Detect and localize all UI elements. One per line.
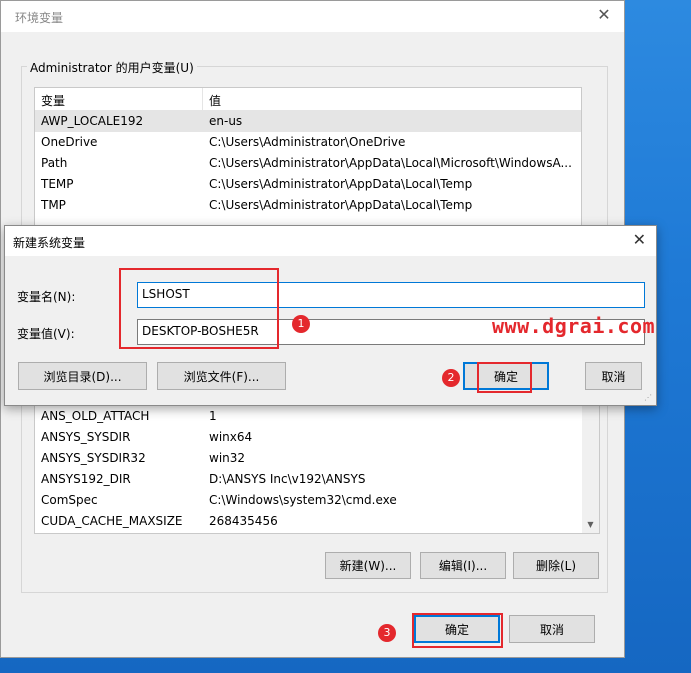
variable-value: winx64 — [209, 430, 253, 444]
variable-name: CUDA_CACHE_MAXSIZE — [41, 514, 183, 528]
variable-name: ANS_OLD_ATTACH — [41, 409, 150, 423]
variable-value: C:\Users\Administrator\AppData\Local\Tem… — [209, 177, 473, 191]
close-icon[interactable]: ✕ — [594, 5, 614, 24]
list-item[interactable]: ANSYS192_DIR D:\ANSYS Inc\v192\ANSYS — [35, 469, 599, 490]
variable-name: ANSYS_SYSDIR — [41, 430, 131, 444]
variable-value: C:\Windows\system32\cmd.exe — [209, 493, 397, 507]
variable-name: Path — [41, 156, 68, 170]
list-item[interactable]: Path C:\Users\Administrator\AppData\Loca… — [35, 153, 581, 174]
close-icon[interactable]: ✕ — [633, 230, 646, 249]
list-item[interactable]: ANS_OLD_ATTACH 1 — [35, 406, 599, 427]
dialog-title: 新建系统变量 — [13, 236, 86, 250]
variable-value: win32 — [209, 451, 246, 465]
window-title: 环境变量 — [15, 11, 64, 25]
user-variables-group-label: Administrator 的用户变量(U) — [27, 59, 197, 76]
variable-value: 1 — [209, 409, 217, 423]
edit-variable-button[interactable]: 编辑(I)... — [420, 552, 506, 579]
watermark-text: www.dgrai.com — [492, 314, 656, 338]
variable-name: ANSYS_SYSDIR32 — [41, 451, 146, 465]
column-header-variable[interactable]: 变量 — [41, 92, 65, 109]
list-item[interactable]: ComSpec C:\Windows\system32\cmd.exe — [35, 490, 599, 511]
annotation-box-fields — [119, 268, 279, 349]
column-header-value[interactable]: 值 — [209, 92, 221, 109]
annotation-step-2: 2 — [442, 369, 460, 387]
list-item[interactable]: ANSYS_SYSDIR32 win32 — [35, 448, 599, 469]
list-item[interactable]: AWP_LOCALE192 en-us — [35, 111, 581, 132]
new-variable-button[interactable]: 新建(W)... — [325, 552, 411, 579]
variable-name: ComSpec — [41, 493, 98, 507]
variable-value: D:\ANSYS Inc\v192\ANSYS — [209, 472, 366, 486]
variable-value: 268435456 — [209, 514, 278, 528]
variable-value: en-us — [209, 114, 243, 128]
annotation-step-1: 1 — [292, 315, 310, 333]
list-item[interactable]: OneDrive C:\Users\Administrator\OneDrive — [35, 132, 581, 153]
variable-name: AWP_LOCALE192 — [41, 114, 144, 128]
variable-value: C:\Users\Administrator\AppData\Local\Tem… — [209, 198, 473, 212]
variable-value-label: 变量值(V): — [17, 327, 75, 341]
variable-name-label: 变量名(N): — [17, 290, 76, 304]
resize-grip-icon[interactable]: ⋰ — [644, 393, 654, 403]
cancel-button[interactable]: 取消 — [509, 615, 595, 643]
delete-variable-button[interactable]: 删除(L) — [513, 552, 599, 579]
user-variables-list[interactable]: 变量 值 AWP_LOCALE192 en-us OneDrive C:\Use… — [34, 87, 582, 227]
variable-name: TEMP — [41, 177, 74, 191]
annotation-step-3: 3 — [378, 624, 396, 642]
dialog-cancel-button[interactable]: 取消 — [585, 362, 642, 390]
list-item[interactable]: CUDA_CACHE_MAXSIZE 268435456 — [35, 511, 599, 532]
variable-value: C:\Users\Administrator\AppData\Local\Mic… — [209, 156, 572, 170]
scroll-down-arrow-icon[interactable]: ▼ — [582, 516, 599, 533]
vertical-scrollbar[interactable]: ▼ — [582, 402, 599, 533]
browse-directory-button[interactable]: 浏览目录(D)... — [18, 362, 147, 390]
variable-name: TMP — [41, 198, 66, 212]
variable-name: ANSYS192_DIR — [41, 472, 131, 486]
browse-file-button[interactable]: 浏览文件(F)... — [157, 362, 286, 390]
list-item[interactable]: TEMP C:\Users\Administrator\AppData\Loca… — [35, 174, 581, 195]
system-variables-list[interactable]: ANS_OLD_ATTACH 1 ANSYS_SYSDIR winx64 ANS… — [34, 401, 600, 534]
variable-value: C:\Users\Administrator\OneDrive — [209, 135, 406, 149]
window-titlebar: 环境变量 ✕ — [1, 1, 624, 32]
list-item[interactable]: ANSYS_SYSDIR winx64 — [35, 427, 599, 448]
list-item[interactable]: TMP C:\Users\Administrator\AppData\Local… — [35, 195, 581, 216]
column-separator[interactable] — [202, 88, 203, 110]
annotation-box-main-ok — [412, 613, 503, 648]
variable-name: OneDrive — [41, 135, 98, 149]
dialog-titlebar: 新建系统变量 ✕ — [5, 226, 656, 256]
list-header: 变量 值 — [35, 88, 581, 111]
annotation-box-dialog-ok — [477, 362, 532, 393]
